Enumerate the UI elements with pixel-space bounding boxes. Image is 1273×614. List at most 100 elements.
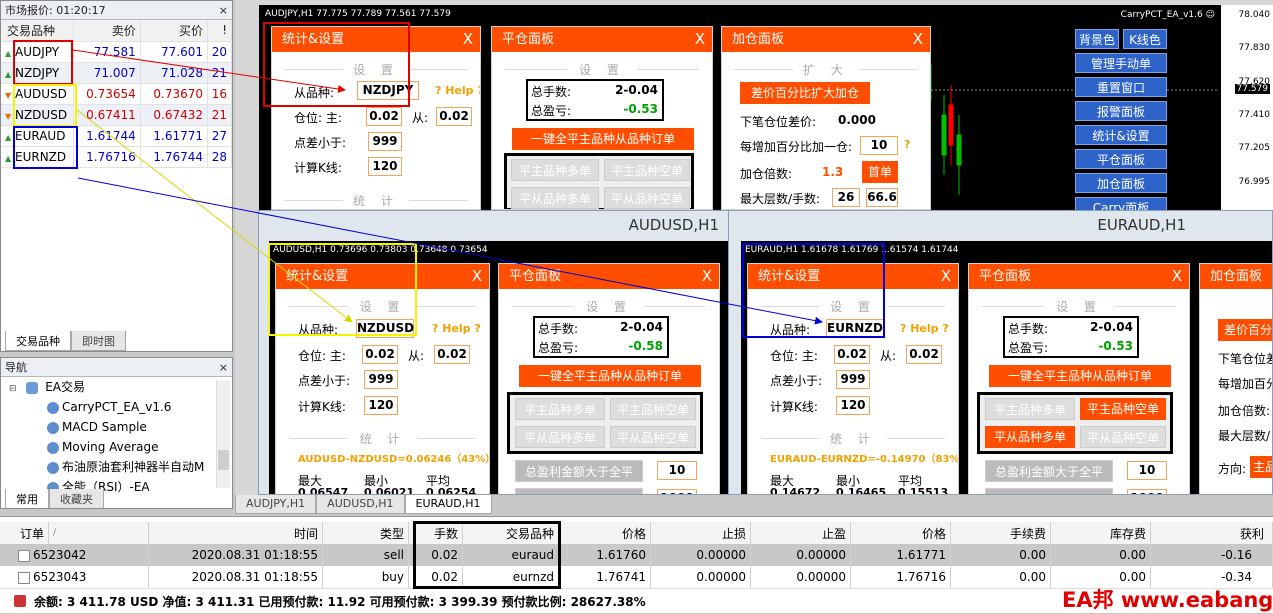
- tab-chart-euraud[interactable]: EURAUD,H1: [404, 495, 492, 514]
- sub-lot-input[interactable]: 0.02: [434, 345, 470, 364]
- navigator-item[interactable]: Moving Average: [47, 437, 158, 457]
- expand-add-button[interactable]: 差价百分比扩大加仓: [740, 82, 870, 104]
- tab-common[interactable]: 常用: [5, 489, 49, 508]
- col-order[interactable]: 订单: [0, 522, 50, 544]
- navigator-item[interactable]: 布油原油套利神器半自动M: [47, 457, 204, 477]
- profit-threshold-input[interactable]: 10: [657, 461, 697, 480]
- close-icon[interactable]: ×: [219, 1, 228, 20]
- close-main-sell-button[interactable]: 平主品种空单: [1080, 398, 1166, 420]
- close-all-button[interactable]: 一键全平主品种从品种订单: [519, 365, 701, 387]
- help-link[interactable]: ? Help ?: [435, 84, 480, 97]
- order-row[interactable]: 6523042 2020.08.31 01:18:55 sell 0.02 eu…: [0, 544, 1273, 566]
- close-icon[interactable]: ×: [219, 358, 228, 377]
- close-main-sell-button[interactable]: 平主品种空单: [610, 398, 696, 420]
- side-button[interactable]: 加仓面板: [1075, 173, 1167, 193]
- profit-close-button[interactable]: 总盈利金额大于全平: [985, 460, 1113, 482]
- amount-input[interactable]: 1000: [657, 489, 697, 494]
- close-main-buy-button[interactable]: 平主品种多单: [511, 159, 599, 181]
- direction-button[interactable]: 主品: [1250, 456, 1272, 478]
- close-sub-sell-button[interactable]: 平从品种空单: [604, 187, 690, 209]
- expand-add-button[interactable]: 差价百分: [1218, 319, 1272, 341]
- side-button[interactable]: 报警面板: [1075, 101, 1167, 121]
- col-current-price[interactable]: 价格: [850, 522, 952, 544]
- max-lots-input[interactable]: 66.6: [866, 188, 898, 207]
- col-spread[interactable]: !: [207, 20, 232, 42]
- kline-input[interactable]: 120: [364, 396, 398, 415]
- col-stop-loss[interactable]: 止损: [650, 522, 752, 544]
- col-time[interactable]: 时间: [148, 522, 324, 544]
- navigator-item-label: CarryPCT_EA_v1.6: [62, 400, 172, 414]
- kline-input[interactable]: 120: [836, 396, 870, 415]
- spread-input[interactable]: 999: [836, 370, 870, 389]
- ea-icon: [47, 401, 59, 414]
- close-sub-sell-button[interactable]: 平从品种空单: [610, 426, 696, 448]
- close-all-button[interactable]: 一键全平主品种从品种订单: [512, 128, 694, 150]
- col-sort-icon[interactable]: /: [48, 522, 150, 544]
- close-main-buy-button[interactable]: 平主品种多单: [985, 398, 1075, 420]
- col-take-profit[interactable]: 止盈: [750, 522, 852, 544]
- col-symbol[interactable]: 交易品种: [1, 20, 74, 42]
- close-sub-buy-button[interactable]: 平从品种多单: [511, 187, 599, 209]
- close-icon[interactable]: X: [913, 27, 923, 52]
- collapse-icon[interactable]: ⊟: [9, 384, 17, 394]
- side-button[interactable]: Carry面板: [1075, 197, 1167, 210]
- close-icon[interactable]: X: [941, 264, 951, 289]
- close-main-buy-button[interactable]: 平主品种多单: [515, 398, 605, 420]
- close-sub-buy-button[interactable]: 平从品种多单: [985, 426, 1075, 448]
- col-bid[interactable]: 卖价: [73, 20, 141, 42]
- tab-favorites[interactable]: 收藏夹: [49, 489, 104, 508]
- max-layers-input[interactable]: 26: [832, 188, 860, 207]
- sub-lot-input[interactable]: 0.02: [906, 345, 942, 364]
- main-lot-input[interactable]: 0.02: [366, 107, 402, 126]
- tab-chart-audjpy[interactable]: AUDJPY,H1: [235, 495, 317, 514]
- spread-cell: 20: [207, 41, 232, 63]
- navigator-scrollbar[interactable]: [216, 380, 230, 488]
- kline-input[interactable]: 120: [368, 157, 402, 176]
- amount-input[interactable]: 1000: [1127, 489, 1167, 494]
- tab-symbols[interactable]: 交易品种: [5, 331, 71, 351]
- spread-input[interactable]: 999: [368, 132, 402, 151]
- main-lot-input[interactable]: 0.02: [834, 345, 870, 364]
- close-sub-sell-button[interactable]: 平从品种空单: [1080, 426, 1166, 448]
- pct-input[interactable]: 10: [860, 136, 898, 155]
- chart-audjpy[interactable]: AUDJPY,H1 77.775 77.789 77.561 77.579 Ca…: [259, 5, 1273, 210]
- side-button[interactable]: 平仓面板: [1075, 149, 1167, 169]
- profit-close-button[interactable]: 总盈利金额大于全平: [515, 460, 643, 482]
- tree-node-ea[interactable]: ⊟ EA交易: [9, 377, 85, 397]
- sub-lot-input[interactable]: 0.02: [436, 107, 472, 126]
- side-button[interactable]: 统计&设置: [1075, 125, 1167, 145]
- col-swap[interactable]: 库存费: [1050, 522, 1152, 544]
- close-all-button[interactable]: 一键全平主品种从品种订单: [989, 365, 1171, 387]
- close-icon[interactable]: X: [695, 27, 705, 52]
- side-button[interactable]: 重置窗口: [1075, 77, 1167, 97]
- scrollbar-thumb[interactable]: [218, 450, 229, 470]
- col-price[interactable]: 价格: [558, 522, 652, 544]
- col-type[interactable]: 类型: [322, 522, 410, 544]
- first-order-button[interactable]: 首单: [862, 161, 898, 183]
- help-link[interactable]: ? Help ?: [432, 322, 481, 335]
- tab-tick-chart[interactable]: 即时图: [71, 331, 126, 351]
- help-link[interactable]: ? Help ?: [900, 322, 949, 335]
- navigator-item[interactable]: MACD Sample: [47, 417, 147, 437]
- orders-table: 订单 / 时间 类型 手数 交易品种 价格 止损 止盈 价格 手续费 库存费 获…: [0, 522, 1273, 588]
- secondary-close-button[interactable]: [515, 488, 643, 494]
- main-lot-input[interactable]: 0.02: [362, 345, 398, 364]
- spread-input[interactable]: 999: [364, 370, 398, 389]
- close-sub-buy-button[interactable]: 平从品种多单: [515, 426, 605, 448]
- col-ask[interactable]: 买价: [140, 20, 209, 42]
- help-icon[interactable]: ?: [904, 138, 910, 151]
- col-profit[interactable]: 获利: [1150, 522, 1273, 544]
- close-icon[interactable]: X: [463, 27, 473, 52]
- close-icon[interactable]: X: [1172, 264, 1182, 289]
- side-button[interactable]: 背景色: [1075, 29, 1119, 49]
- close-main-sell-button[interactable]: 平主品种空单: [604, 159, 690, 181]
- close-icon[interactable]: X: [702, 264, 712, 289]
- close-icon[interactable]: X: [472, 264, 482, 289]
- col-commission[interactable]: 手续费: [950, 522, 1052, 544]
- side-button[interactable]: 管理手动单: [1075, 53, 1167, 73]
- profit-threshold-input[interactable]: 10: [1127, 461, 1167, 480]
- tab-chart-audusd[interactable]: AUDUSD,H1: [316, 495, 405, 514]
- navigator-item[interactable]: CarryPCT_EA_v1.6: [47, 397, 171, 417]
- side-button[interactable]: K线色: [1123, 29, 1167, 49]
- secondary-close-button[interactable]: [985, 488, 1113, 494]
